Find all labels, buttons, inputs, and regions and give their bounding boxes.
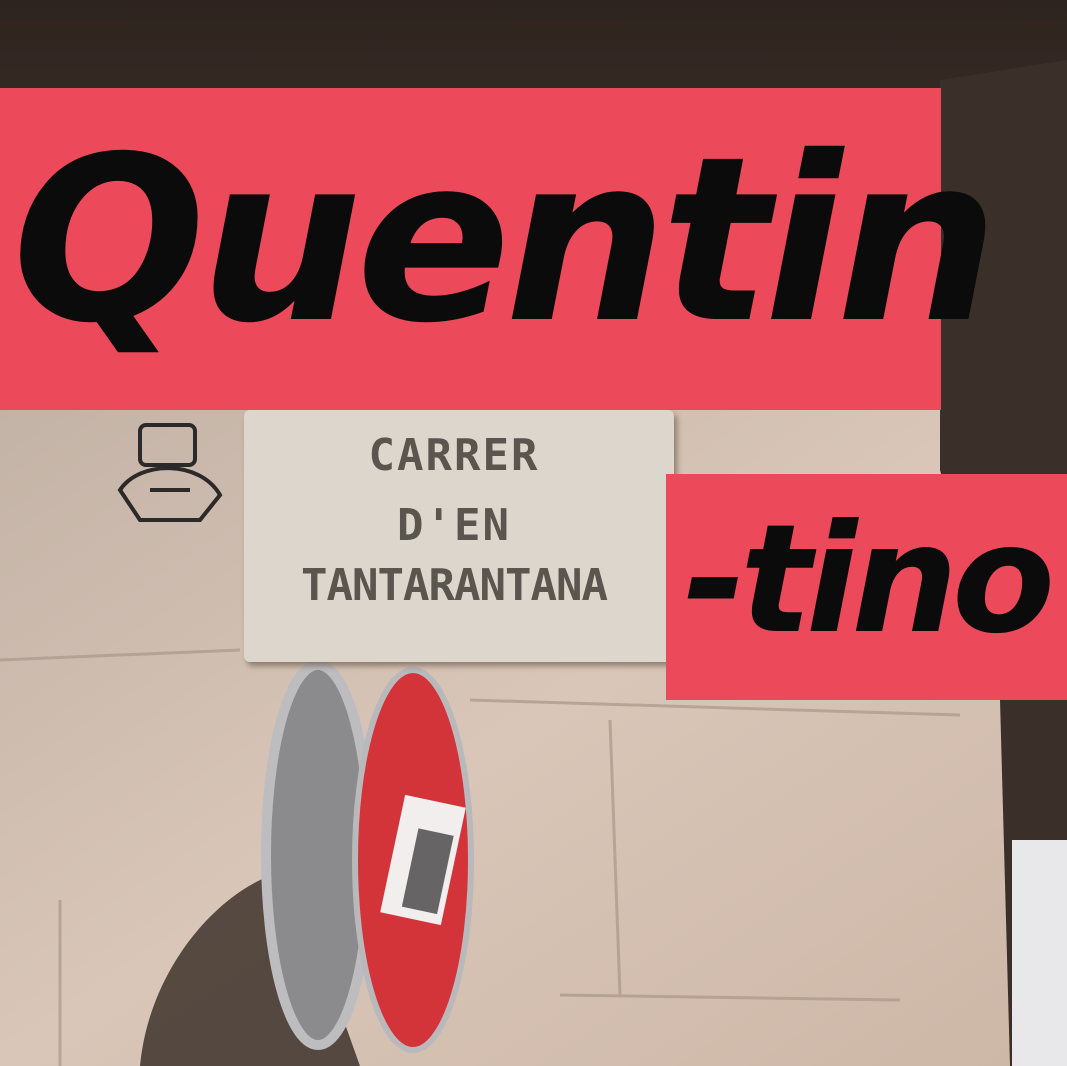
suffix-banner: -tino: [666, 474, 1067, 700]
street-sign-line-2: D'EN: [397, 500, 511, 551]
street-sign-line-1: CARRER: [368, 430, 540, 481]
suffix-text: -tino: [683, 493, 1055, 667]
street-sign-line-3: TANTARANTANA: [301, 560, 608, 611]
title-text: Quentin: [12, 107, 999, 373]
street-name-plaque: CARRER D'EN TANTARANTANA: [244, 410, 674, 662]
title-banner: Quentin: [0, 88, 999, 410]
